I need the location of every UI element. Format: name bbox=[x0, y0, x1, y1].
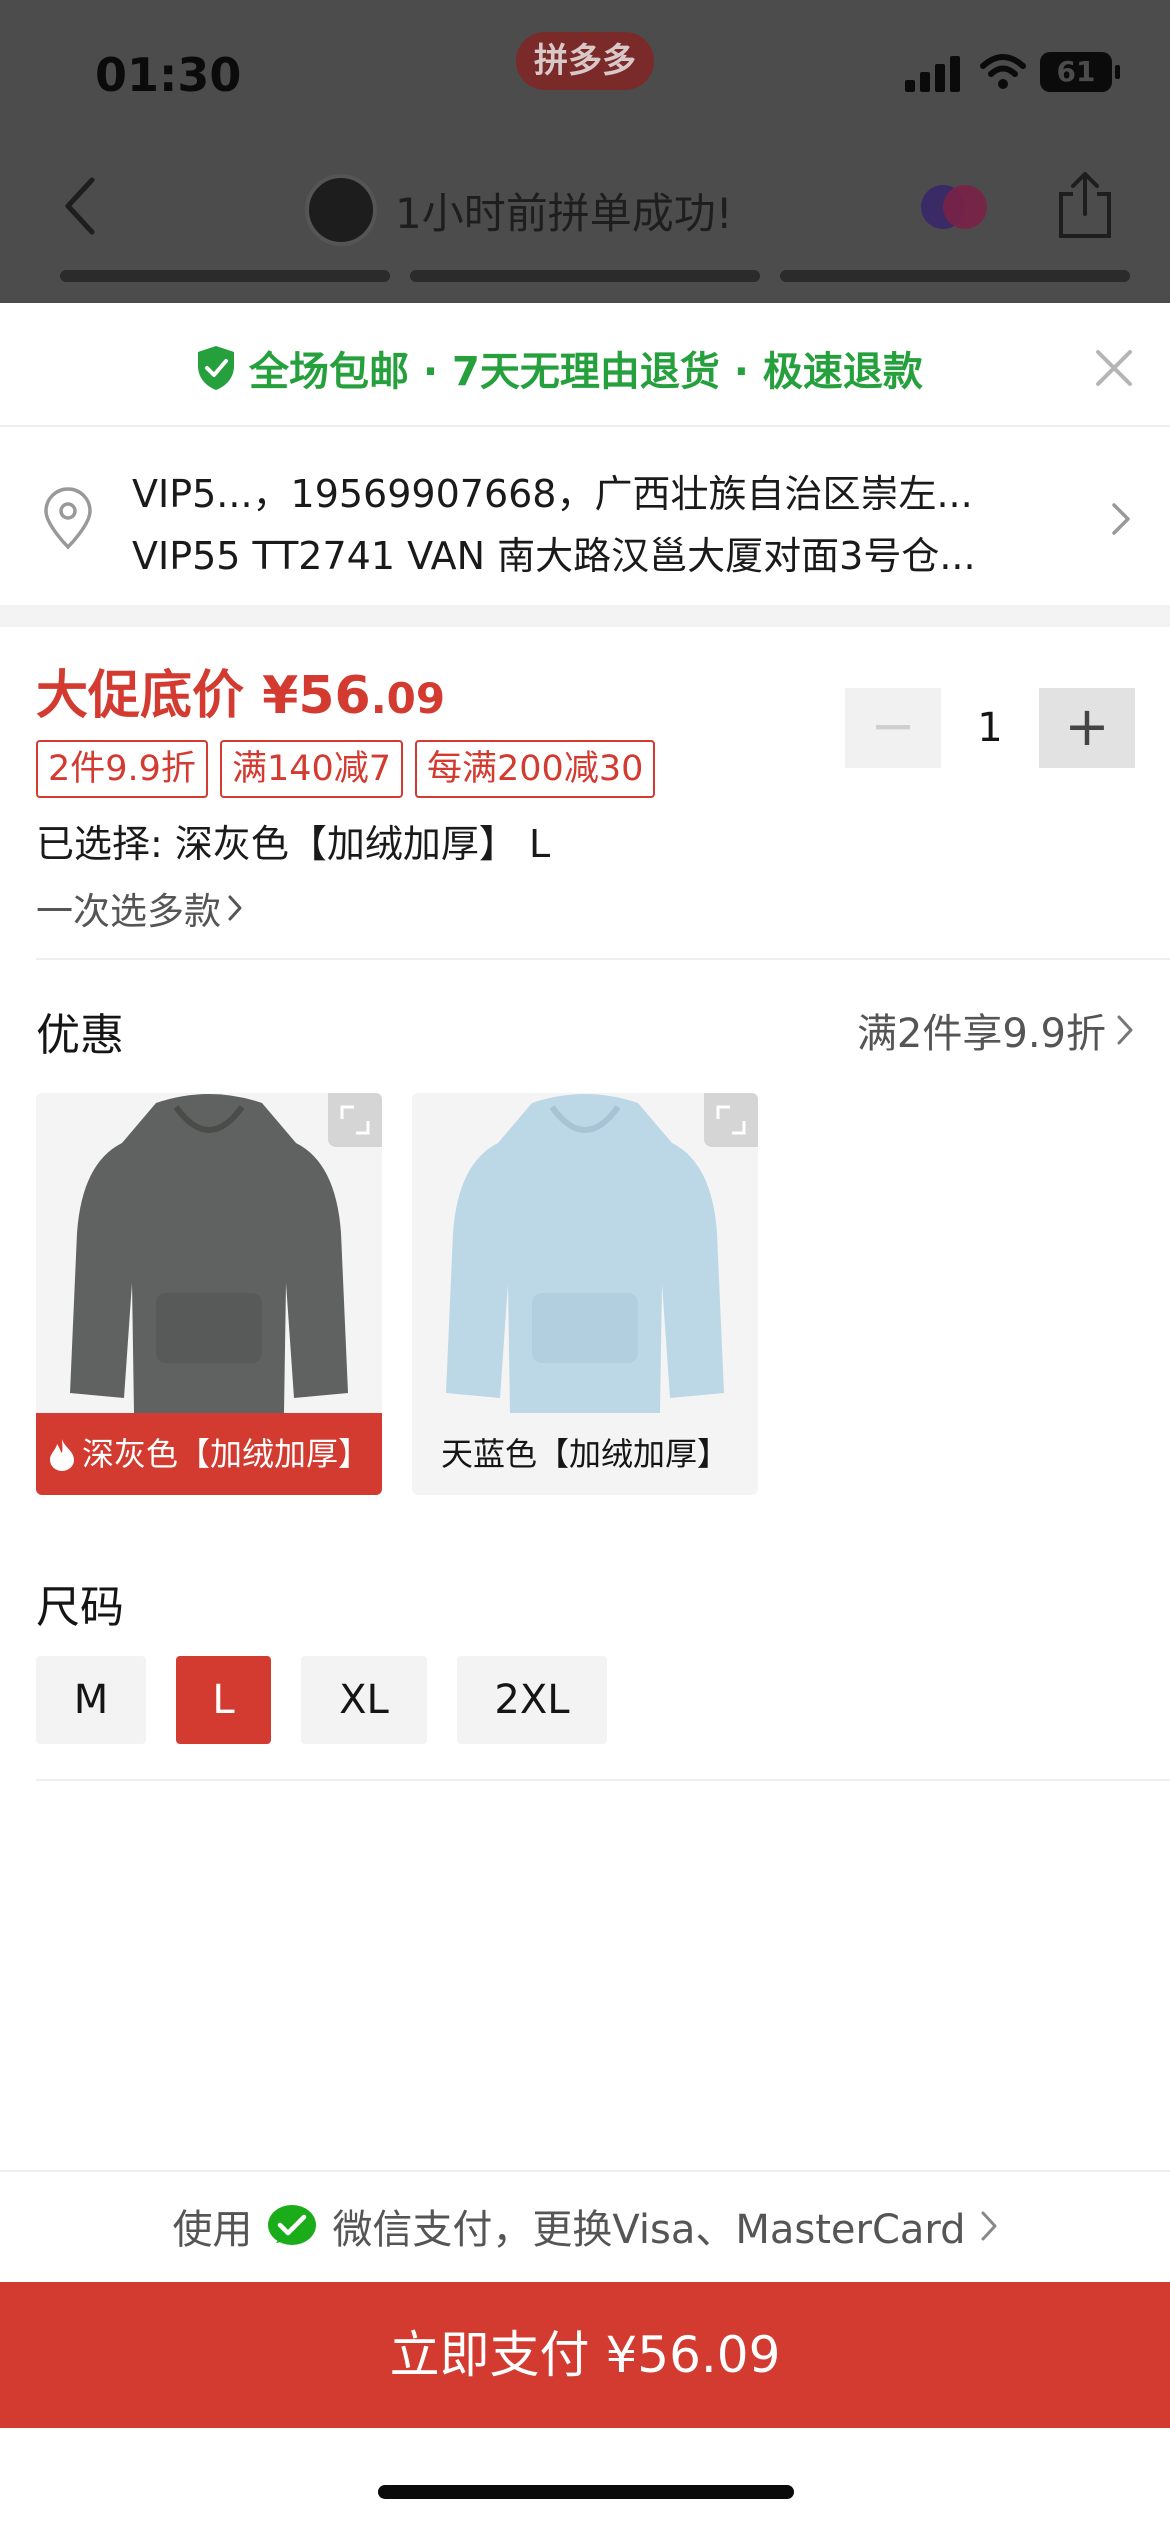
size-option-2xl[interactable]: 2XL bbox=[457, 1656, 607, 1744]
discount-title: 优惠 bbox=[36, 1010, 124, 1061]
variant-option-sky-blue[interactable]: 天蓝色【加绒加厚】 bbox=[412, 1093, 758, 1495]
divider bbox=[36, 1779, 1170, 1781]
size-option-xl[interactable]: XL bbox=[301, 1656, 427, 1744]
variant-option-dark-gray[interactable]: 深灰色【加绒加厚】 bbox=[36, 1093, 382, 1495]
payment-method-selector[interactable]: 使用 微信支付，更换Visa、MasterCard bbox=[0, 2170, 1170, 2280]
price: 大促底价 ¥56.09 bbox=[36, 653, 445, 728]
variant-label-text: 深灰色【加绒加厚】 bbox=[82, 1435, 371, 1473]
image-strip bbox=[410, 270, 760, 282]
image-strip bbox=[780, 270, 1130, 282]
quantity-value[interactable]: 1 bbox=[941, 688, 1039, 768]
promo-tag: 满140减7 bbox=[219, 740, 404, 798]
multi-select-label: 一次选多款 bbox=[36, 890, 221, 933]
shipping-address[interactable]: VIP5...，19569907668，广西壮族自治区崇左... VIP55 T… bbox=[0, 429, 1170, 605]
address-line-2: VIP55 TT2741 VAN 南大路汉邕大厦对面3号仓... bbox=[132, 534, 976, 578]
app-badge: 拼多多 bbox=[516, 32, 654, 90]
share-icon[interactable] bbox=[1055, 170, 1115, 240]
price-symbol: ¥ bbox=[262, 666, 299, 726]
size-option-l[interactable]: L bbox=[176, 1656, 271, 1744]
pay-now-button[interactable]: 立即支付 ¥56.09 bbox=[0, 2282, 1170, 2428]
promo-tags: 2件9.9折 满140减7 每满200减30 bbox=[36, 740, 656, 798]
avatar bbox=[305, 174, 377, 246]
address-line-1: VIP5...，19569907668，广西壮族自治区崇左... bbox=[132, 472, 973, 516]
price-decimal: .09 bbox=[370, 674, 446, 723]
image-strip bbox=[60, 270, 390, 282]
location-pin-icon bbox=[44, 487, 92, 550]
promo-tag: 每满200减30 bbox=[415, 740, 656, 798]
quantity-stepper: − 1 + bbox=[845, 688, 1135, 768]
wechat-pay-icon bbox=[268, 2205, 317, 2245]
promo-tag: 2件9.9折 bbox=[36, 740, 208, 798]
battery-icon: 61 bbox=[1040, 52, 1120, 92]
chevron-right-icon bbox=[1117, 1015, 1133, 1045]
price-label: 大促底价 bbox=[36, 666, 245, 726]
sku-sheet: 全场包邮 · 7天无理由退货 · 极速退款 VIP5...，1956990766… bbox=[0, 303, 1170, 2532]
chevron-right-icon bbox=[228, 895, 242, 921]
home-indicator bbox=[378, 2485, 794, 2499]
expand-icon[interactable] bbox=[704, 1093, 758, 1147]
promo-bar: 全场包邮 · 7天无理由退货 · 极速退款 bbox=[0, 303, 1170, 427]
size-option-m[interactable]: M bbox=[36, 1656, 146, 1744]
chevron-right-icon bbox=[981, 2211, 997, 2241]
signal-icon bbox=[905, 56, 961, 92]
back-icon[interactable] bbox=[60, 176, 100, 236]
wifi-icon bbox=[980, 54, 1026, 89]
selected-spec: 已选择: 深灰色【加绒加厚】 L bbox=[36, 822, 551, 866]
promo-text: 全场包邮 · 7天无理由退货 · 极速退款 bbox=[249, 349, 923, 395]
flame-icon bbox=[50, 1439, 74, 1471]
variant-label: 深灰色【加绒加厚】 bbox=[36, 1413, 382, 1495]
size-title: 尺码 bbox=[36, 1582, 124, 1633]
section-divider bbox=[0, 605, 1170, 627]
group-status-text: 1小时前拼单成功! bbox=[395, 189, 733, 238]
shield-check-icon bbox=[198, 346, 234, 390]
divider bbox=[36, 958, 1170, 960]
chevron-right-icon bbox=[1112, 503, 1130, 535]
status-time: 01:30 bbox=[95, 48, 242, 102]
quantity-plus-button[interactable]: + bbox=[1039, 688, 1135, 768]
multi-select-link[interactable]: 一次选多款 bbox=[36, 881, 243, 935]
expand-icon[interactable] bbox=[328, 1093, 382, 1147]
payment-brand-icon bbox=[921, 185, 987, 229]
payment-prefix: 使用 bbox=[172, 2207, 253, 2253]
discount-summary: 满2件享9.9折 bbox=[856, 1011, 1106, 1057]
variant-label: 天蓝色【加绒加厚】 bbox=[440, 1435, 729, 1473]
discount-summary-link[interactable]: 满2件享9.9折 bbox=[857, 1001, 1134, 1059]
price-integer: 56 bbox=[298, 666, 371, 726]
dimmed-header: 01:30 拼多多 61 1小时前拼单成功! bbox=[0, 0, 1170, 303]
quantity-minus-button[interactable]: − bbox=[845, 688, 941, 768]
size-options: M L XL 2XL bbox=[36, 1656, 607, 1744]
close-icon[interactable] bbox=[1095, 349, 1133, 387]
payment-method-text: 微信支付，更换Visa、MasterCard bbox=[332, 2207, 966, 2253]
promo-text-row: 全场包邮 · 7天无理由退货 · 极速退款 bbox=[195, 339, 923, 397]
